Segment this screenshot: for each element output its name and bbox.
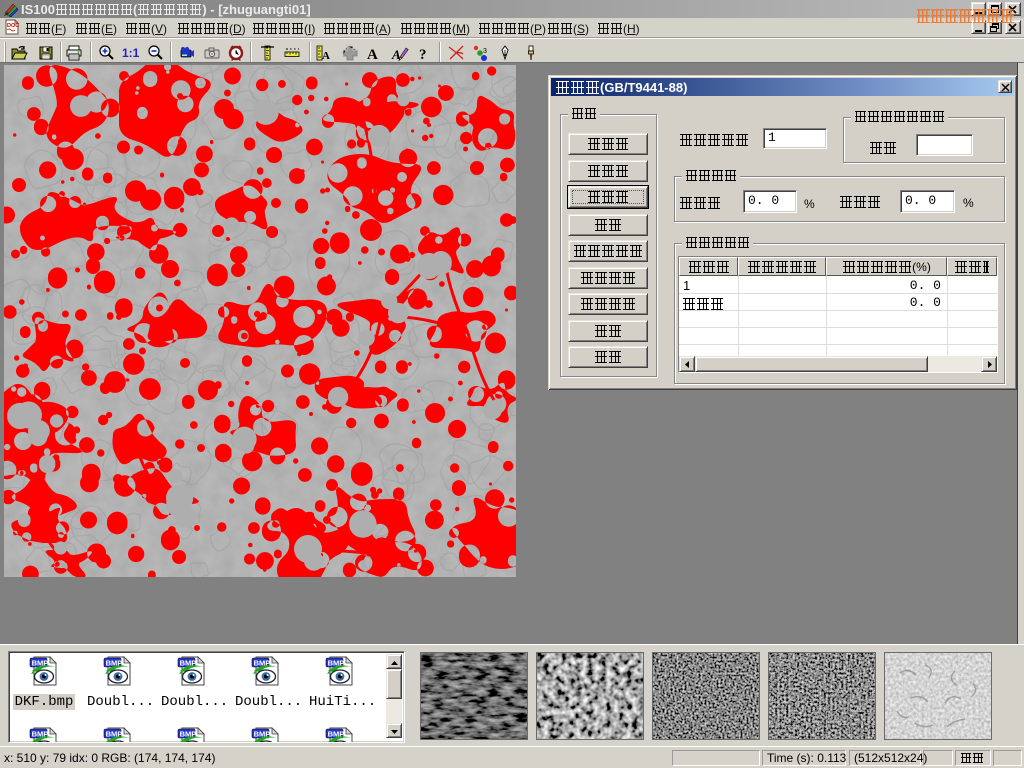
svg-text:A: A [367, 47, 378, 62]
svg-text:1:1: 1:1 [122, 46, 139, 60]
svg-text:?: ? [419, 47, 427, 62]
svg-text:DOC: DOC [7, 23, 19, 29]
svg-text:3: 3 [483, 48, 487, 55]
svg-text:A: A [322, 50, 330, 62]
